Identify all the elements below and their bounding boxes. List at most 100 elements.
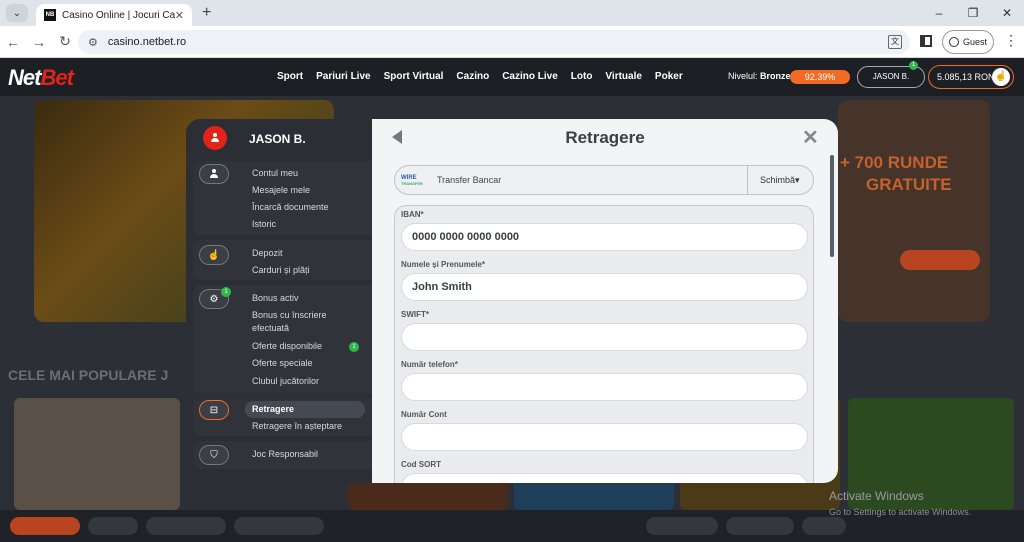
site-info-icon[interactable]: ⚙ [88,36,98,49]
window-controls: – ❐ ✕ [922,0,1024,26]
back-button[interactable]: ← [0,34,26,50]
logo-net: Net [8,65,41,90]
section-title: CELE MAI POPULARE J [8,367,169,383]
logo-bet: Bet [40,65,73,90]
close-icon[interactable]: ✕ [802,125,819,150]
level-value: Bronze [760,71,791,81]
promo-text-line2: GRATUITE [866,175,952,194]
url-bar[interactable]: ⚙ casino.netbet.ro 文 [78,30,910,54]
nav-cazino-live[interactable]: Cazino Live [502,71,558,82]
profile-label: Guest [962,37,987,47]
chevron-down-icon: ▾ [795,175,800,185]
browser-tab-bar: ⌄ NB Casino Online | Jocuri Cazino Or ✕ … [0,0,1024,26]
browser-menu-icon[interactable]: ⋮ [1004,32,1018,49]
swift-label: SWIFT* [401,310,429,319]
reload-button[interactable]: ↻ [52,33,78,50]
bottom-pill [234,517,324,535]
menu-item-oferte-speciale[interactable]: Oferte speciale [252,358,313,368]
sort-code-field[interactable] [401,473,808,483]
wire-transfer-logo: WIRE TRANSFER [401,175,423,186]
balance-button[interactable]: 5.085,13 RON ☝ [928,65,1014,89]
game-card [14,398,180,510]
sort-code-label: Cod SORT [401,460,441,469]
menu-item-retragere-asteptare[interactable]: Retragere în așteptare [252,421,342,431]
withdraw-icon: ⊟ [199,400,229,420]
activate-windows-title: Activate Windows [829,489,924,503]
name-label: Numele și Prenumele* [401,260,486,269]
bonus-badge: 1 [221,287,231,297]
new-tab-button[interactable]: + [202,4,211,22]
page-title: Retragere [565,128,645,147]
withdraw-form: IBAN* 0000 0000 0000 0000 Numele și Pren… [394,205,814,483]
menu-item-istoric[interactable]: Istoric [252,219,276,229]
deposit-hand-icon: ☝ [992,68,1010,86]
payment-method-selector[interactable]: WIRE TRANSFER Transfer Bancar Schimbă▾ [394,165,814,195]
menu-item-bonus-activ[interactable]: Bonus activ [252,293,299,303]
menu-item-joc-responsabil[interactable]: Joc Responsabil [252,449,318,459]
netbet-logo[interactable]: NetBet [8,65,74,91]
bottom-pill [802,517,846,535]
maximize-button[interactable]: ❐ [956,6,990,20]
bottom-pill [726,517,794,535]
account-number-field[interactable] [401,423,808,451]
user-icon [211,133,219,143]
menu-item-bonus-inscriere[interactable]: Bonus cu înscriere [252,310,327,320]
menu-item-retragere[interactable]: Retragere [245,401,365,418]
menu-item-mesajele-mele[interactable]: Mesajele mele [252,185,310,195]
tab-search-button[interactable]: ⌄ [6,4,28,22]
level-progress-bar: 92.39% [790,70,850,84]
menu-item-carduri[interactable]: Carduri și plăți [252,265,310,275]
balance-value: 5.085,13 RON [937,72,995,82]
translate-icon[interactable]: 文 [888,35,902,49]
user-icon [199,164,229,184]
avatar [203,126,227,150]
nav-virtuale[interactable]: Virtuale [605,71,642,82]
menu-item-incarca-documente[interactable]: Încarcă documente [252,202,329,212]
menu-item-depozit[interactable]: Depozit [252,248,283,258]
swift-field[interactable] [401,323,808,351]
browser-tab[interactable]: NB Casino Online | Jocuri Cazino Or ✕ [36,4,192,26]
level-label: Nivelul: Bronze [728,71,791,81]
nav-pariuri-live[interactable]: Pariuri Live [316,71,370,82]
nav-loto[interactable]: Loto [571,71,593,82]
menu-item-bonus-inscriere-line2: efectuată [252,323,290,333]
menu-item-oferte-disponibile[interactable]: Oferte disponibile [252,341,322,351]
change-method-button[interactable]: Schimbă▾ [747,166,815,194]
profile-button[interactable]: Guest [942,30,994,54]
nav-cazino[interactable]: Cazino [456,71,489,82]
nav-sport[interactable]: Sport [277,71,303,82]
scrollbar[interactable] [830,155,834,257]
promo-banner [838,100,990,322]
menu-item-contul-meu[interactable]: Contul meu [252,168,298,178]
side-panel-icon[interactable] [920,35,932,47]
bottom-pill [10,517,80,535]
phone-label: Număr telefon* [401,360,458,369]
address-toolbar: ← → ↻ ⚙ casino.netbet.ro 文 Guest ⋮ [0,26,1024,58]
main-nav: Sport Pariuri Live Sport Virtual Cazino … [277,71,696,82]
iban-field[interactable]: 0000 0000 0000 0000 [401,223,808,251]
menu-item-clubul-jucatorilor[interactable]: Clubul jucătorilor [252,376,319,386]
offers-badge: 1 [349,342,359,352]
bottom-pill [88,517,138,535]
payment-method-name: Transfer Bancar [437,175,502,185]
activate-windows-subtitle: Go to Settings to activate Windows. [829,507,972,517]
name-field[interactable]: John Smith [401,273,808,301]
tab-title: Casino Online | Jocuri Cazino Or [62,9,175,21]
promo-cta-button [900,250,980,270]
withdraw-panel: Retragere ✕ WIRE TRANSFER Transfer Bancar… [372,119,838,483]
notification-badge: 1 [909,61,918,70]
phone-field[interactable] [401,373,808,401]
nav-poker[interactable]: Poker [655,71,683,82]
url-text: casino.netbet.ro [107,36,187,48]
nav-sport-virtual[interactable]: Sport Virtual [384,71,444,82]
profile-icon [948,37,959,47]
change-label: Schimbă [760,175,796,185]
close-window-button[interactable]: ✕ [990,6,1024,20]
account-number-label: Număr Cont [401,410,447,419]
forward-button[interactable]: → [26,34,52,50]
favicon: NB [44,9,56,21]
close-tab-icon[interactable]: ✕ [175,9,184,22]
minimize-button[interactable]: – [922,6,956,20]
account-username: JASON B. [249,132,306,146]
deposit-hand-icon: ☝ [199,245,229,265]
